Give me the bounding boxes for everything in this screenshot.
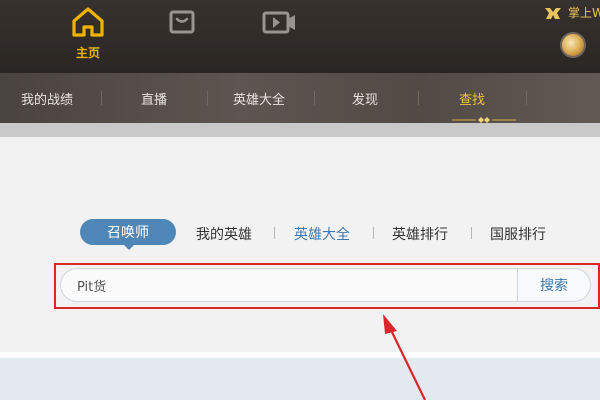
home-nav-label: 主页 xyxy=(75,46,100,60)
subnav-item-search[interactable]: 查找 xyxy=(459,89,485,108)
tab-hero-encyclopedia[interactable]: 英雄大全 xyxy=(294,224,350,244)
video-icon xyxy=(262,11,295,34)
tab-hero-ranking[interactable]: 英雄排行 xyxy=(392,224,448,244)
brand-label: 掌上W xyxy=(568,6,600,20)
subnav-divider xyxy=(314,91,315,105)
annotation-highlight-box xyxy=(54,263,600,309)
subnav-divider xyxy=(418,91,419,105)
subnav-item-my-records[interactable]: 我的战绩 xyxy=(21,89,73,108)
subnav-item-discover[interactable]: 发现 xyxy=(352,89,378,108)
tab-summoner-label: 召唤师 xyxy=(107,225,149,241)
tab-pointer xyxy=(124,245,134,250)
home-nav-button[interactable]: 主页 xyxy=(66,6,110,66)
results-area xyxy=(0,358,600,400)
tab-divider xyxy=(471,227,472,239)
subnav-item-heroes[interactable]: 英雄大全 xyxy=(233,89,285,108)
shop-nav-button[interactable] xyxy=(160,6,204,66)
brand-logo: 掌上W xyxy=(544,4,600,21)
avatar[interactable] xyxy=(560,32,586,58)
subnav-item-live[interactable]: 直播 xyxy=(141,89,167,108)
brand-emblem-icon xyxy=(545,7,561,19)
secondary-navigation: 我的战绩 直播 英雄大全 发现 查找 xyxy=(0,73,600,123)
subnav-divider xyxy=(526,91,527,105)
tab-summoner[interactable]: 召唤师 xyxy=(80,219,176,250)
home-icon xyxy=(72,7,104,37)
tab-my-heroes[interactable]: 我的英雄 xyxy=(196,224,252,244)
video-nav-button[interactable] xyxy=(257,6,301,66)
subnav-divider xyxy=(207,91,208,105)
nav-shadow-strip xyxy=(0,123,600,137)
tab-server-ranking[interactable]: 国服排行 xyxy=(490,224,546,244)
shop-bag-icon xyxy=(169,10,195,34)
top-navigation-bar: 主页 掌上W xyxy=(0,0,600,73)
tab-divider xyxy=(274,227,275,239)
subnav-divider xyxy=(101,91,102,105)
tab-divider xyxy=(373,227,374,239)
